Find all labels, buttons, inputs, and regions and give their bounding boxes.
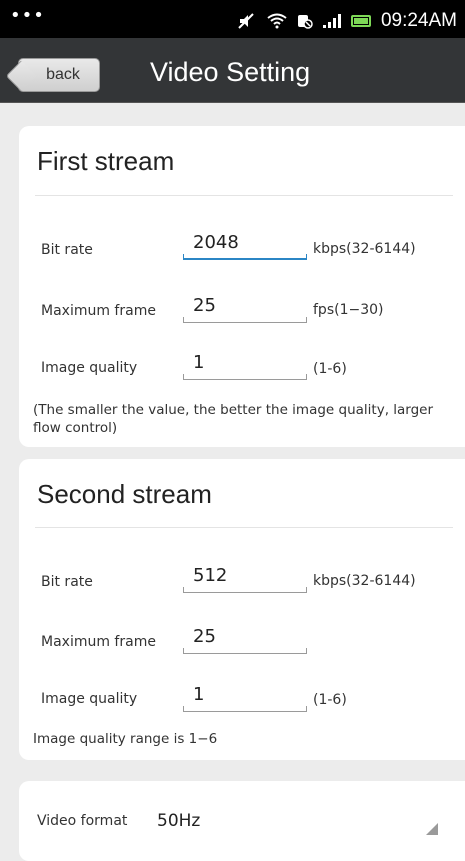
nav-bar: back Video Setting [0, 38, 465, 103]
first-bit-rate-input[interactable]: 2048 [183, 230, 307, 260]
status-bar: ••• 09:24AM [0, 0, 465, 38]
bit-rate-unit: kbps(32-6144) [313, 241, 416, 257]
battery-icon [350, 15, 371, 27]
second-bit-rate-input[interactable]: 512 [183, 563, 307, 593]
clock: 09:24AM [380, 10, 457, 31]
bit-rate-label: Bit rate [41, 574, 93, 590]
image-quality-unit: (1-6) [313, 692, 347, 708]
second-image-quality-input[interactable]: 1 [183, 682, 307, 712]
mute-icon [238, 13, 254, 29]
frame-rate-label: Maximum frame rate [41, 303, 156, 323]
wifi-icon [267, 13, 287, 29]
back-button[interactable]: back [18, 58, 100, 92]
overflow-dots: ••• [10, 5, 45, 26]
status-icons: 09:24AM [237, 11, 457, 31]
second-frame-rate-input[interactable]: 25 [183, 624, 307, 654]
first-frame-rate-input[interactable]: 25 [183, 293, 307, 323]
image-quality-label: Image quality [41, 360, 138, 376]
first-stream-divider [35, 195, 453, 196]
image-quality-label: Image quality [41, 691, 138, 707]
bit-rate-unit: kbps(32-6144) [313, 573, 416, 589]
video-format-value[interactable]: 50Hz [157, 811, 200, 831]
quality-range-note: Image quality range is 1−6 [33, 731, 218, 747]
second-stream-card: Second stream Bit rate 512 kbps(32-6144)… [19, 459, 465, 760]
signal-icon [322, 14, 341, 28]
first-stream-title: First stream [37, 146, 175, 176]
first-image-quality-input[interactable]: 1 [183, 350, 307, 380]
second-stream-title: Second stream [37, 479, 212, 509]
second-stream-divider [35, 527, 453, 528]
frame-rate-unit: fps(1−30) [313, 302, 384, 318]
bit-rate-label: Bit rate [41, 242, 93, 258]
data-icon [297, 15, 313, 29]
dropdown-arrow-icon[interactable] [426, 823, 438, 835]
page-title: Video Setting [150, 57, 311, 87]
frame-rate-label: Maximum frame rate [41, 634, 156, 654]
quality-note: (The smaller the value, the better the i… [33, 402, 434, 436]
first-stream-card: First stream Bit rate 2048 kbps(32-6144)… [19, 126, 465, 447]
video-format-label: Video format [37, 813, 128, 829]
image-quality-unit: (1-6) [313, 361, 347, 377]
video-format-card[interactable]: Video format 50Hz [19, 781, 465, 861]
